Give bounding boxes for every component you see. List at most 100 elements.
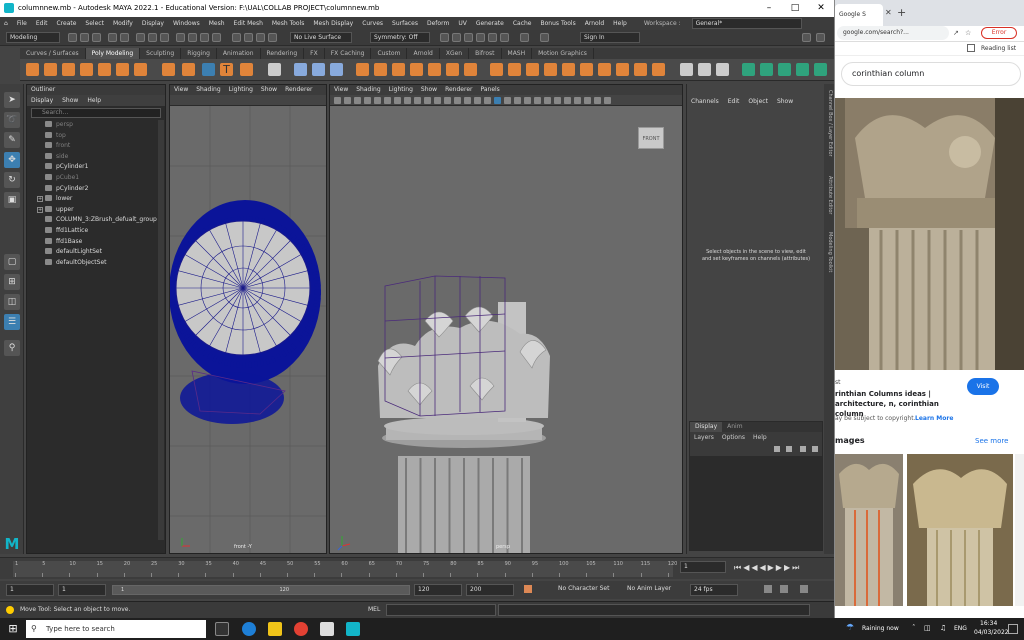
shelf-tab-fx[interactable]: FX bbox=[304, 48, 325, 59]
snap-grid-icon[interactable] bbox=[232, 33, 241, 42]
menu-generate[interactable]: Generate bbox=[476, 20, 504, 27]
poly-sphere-icon[interactable] bbox=[26, 63, 39, 76]
text-tool-icon[interactable]: T bbox=[220, 63, 233, 76]
front-menu-renderer[interactable]: Renderer bbox=[285, 85, 312, 95]
poly-torus-icon[interactable] bbox=[98, 63, 111, 76]
quad-draw-icon[interactable] bbox=[544, 63, 557, 76]
layer-tab-anim[interactable]: Anim bbox=[722, 422, 747, 432]
duplicate-face-icon[interactable] bbox=[652, 63, 665, 76]
outliner-item[interactable]: ffd1Lattice bbox=[45, 226, 88, 236]
outliner-menu-show[interactable]: Show bbox=[62, 95, 78, 106]
mel-input[interactable] bbox=[386, 604, 496, 616]
menu-arnold[interactable]: Arnold bbox=[585, 20, 604, 27]
viewport-tool-icon[interactable] bbox=[374, 97, 381, 104]
outliner-item[interactable]: pCube1 bbox=[45, 173, 79, 183]
offset-edge-loop-icon[interactable] bbox=[580, 63, 593, 76]
workspace-select[interactable]: General* bbox=[691, 18, 802, 29]
outliner-item[interactable]: COLUMN_3:ZBrush_defualt_group bbox=[45, 215, 157, 225]
outliner-search-input[interactable]: Search... bbox=[31, 108, 161, 118]
uv-layout-icon[interactable] bbox=[760, 63, 773, 76]
channels-menu[interactable]: Channels bbox=[691, 98, 719, 105]
wedge-icon[interactable] bbox=[616, 63, 629, 76]
menu-help[interactable]: Help bbox=[613, 20, 627, 27]
select-hierarchy-icon[interactable] bbox=[136, 33, 145, 42]
task-view-icon[interactable] bbox=[215, 622, 229, 636]
move-down-layer-icon[interactable] bbox=[812, 446, 818, 452]
shelf-tab-rigging[interactable]: Rigging bbox=[181, 48, 217, 59]
uv-texel-icon[interactable] bbox=[814, 63, 827, 76]
live-surface-select[interactable]: No Live Surface bbox=[290, 32, 352, 43]
loop-icon[interactable] bbox=[764, 585, 772, 593]
outliner-item[interactable]: + upper bbox=[37, 205, 74, 215]
uv-cut-icon[interactable] bbox=[778, 63, 791, 76]
lasso-tool-icon[interactable]: ➰ bbox=[4, 112, 20, 128]
insert-edge-loop-icon[interactable] bbox=[562, 63, 575, 76]
shelf-tab-animation[interactable]: Animation bbox=[217, 48, 261, 59]
outliner-item[interactable]: + lower bbox=[37, 194, 72, 204]
menu-edit-mesh[interactable]: Edit Mesh bbox=[234, 20, 263, 27]
select-tool-icon[interactable]: ➤ bbox=[4, 92, 20, 108]
anim-prefs-icon[interactable] bbox=[800, 585, 808, 593]
toggle-panel-icon[interactable] bbox=[802, 33, 811, 42]
viewport-tool-icon[interactable] bbox=[564, 97, 571, 104]
extrude-icon[interactable] bbox=[392, 63, 405, 76]
layer-tab-display[interactable]: Display bbox=[690, 422, 723, 432]
visit-button[interactable]: Visit bbox=[967, 378, 999, 395]
outliner-item[interactable]: defaultLightSet bbox=[45, 247, 102, 257]
url-field[interactable]: google.com/search?... bbox=[837, 26, 949, 40]
close-button[interactable]: ✕ bbox=[808, 0, 834, 17]
viewport-tool-icon[interactable] bbox=[574, 97, 581, 104]
viewport-tool-icon[interactable] bbox=[534, 97, 541, 104]
outliner-item[interactable]: top bbox=[45, 131, 66, 141]
shelf-tab-sculpting[interactable]: Sculpting bbox=[140, 48, 182, 59]
channel-object-menu[interactable]: Object bbox=[748, 98, 768, 105]
tab-close-icon[interactable]: ✕ bbox=[885, 8, 892, 17]
poly-cylinder-icon[interactable] bbox=[62, 63, 75, 76]
platonic-solid-icon[interactable] bbox=[162, 63, 175, 76]
four-view-layout-icon[interactable]: ⊞ bbox=[4, 274, 20, 290]
select-component-icon[interactable] bbox=[160, 33, 169, 42]
learn-more-link[interactable]: Learn More bbox=[915, 415, 953, 422]
menu-file[interactable]: File bbox=[17, 20, 27, 27]
poly-cone-icon[interactable] bbox=[80, 63, 93, 76]
uv-sew-icon[interactable] bbox=[796, 63, 809, 76]
weather-text[interactable]: Raining now bbox=[862, 625, 899, 632]
shelf-tab-bifrost[interactable]: Bifrost bbox=[469, 48, 502, 59]
uv-editor-icon[interactable] bbox=[680, 63, 693, 76]
viewport-tool-icon[interactable] bbox=[594, 97, 601, 104]
outliner-item[interactable]: ffd1Base bbox=[45, 237, 82, 247]
multi-cut-icon[interactable] bbox=[490, 63, 503, 76]
network-icon[interactable]: ◫ bbox=[924, 624, 931, 632]
perspective-viewport[interactable]: View Shading Lighting Show Renderer Pane… bbox=[329, 84, 683, 554]
viewport-tool-icon[interactable] bbox=[404, 97, 411, 104]
outliner-item[interactable]: persp bbox=[45, 120, 73, 130]
viewport-tool-icon[interactable] bbox=[474, 97, 481, 104]
shelf-tab-arnold[interactable]: Arnold bbox=[407, 48, 440, 59]
persp-menu-renderer[interactable]: Renderer bbox=[445, 85, 472, 95]
shelf-tab-fx-caching[interactable]: FX Caching bbox=[325, 48, 372, 59]
poly-disc-icon[interactable] bbox=[134, 63, 147, 76]
menu-modify[interactable]: Modify bbox=[113, 20, 133, 27]
outliner-menu-display[interactable]: Display bbox=[31, 95, 53, 106]
outliner-menu-help[interactable]: Help bbox=[87, 95, 101, 106]
persp-menu-show[interactable]: Show bbox=[421, 85, 437, 95]
menu-deform[interactable]: Deform bbox=[427, 20, 449, 27]
viewport-tool-icon[interactable] bbox=[364, 97, 371, 104]
clock-date[interactable]: 04/03/2022 bbox=[974, 629, 1009, 636]
redo-icon[interactable] bbox=[120, 33, 129, 42]
undo-icon[interactable] bbox=[108, 33, 117, 42]
viewport-tool-icon[interactable] bbox=[394, 97, 401, 104]
fill-hole-icon[interactable] bbox=[446, 63, 459, 76]
shelf-tab-mash[interactable]: MASH bbox=[502, 48, 533, 59]
persp-menu-panels[interactable]: Panels bbox=[480, 85, 499, 95]
viewport-tool-icon[interactable] bbox=[494, 97, 501, 104]
file-explorer-icon[interactable] bbox=[268, 622, 282, 636]
reading-list-icon[interactable] bbox=[967, 44, 975, 52]
sign-in-button[interactable]: Sign In bbox=[580, 32, 640, 43]
outliner-item[interactable]: pCylinder2 bbox=[45, 184, 88, 194]
menu-mesh-display[interactable]: Mesh Display bbox=[313, 20, 353, 27]
viewport-tool-icon[interactable] bbox=[464, 97, 471, 104]
persp-menu-view[interactable]: View bbox=[334, 85, 348, 95]
mask-face-icon[interactable] bbox=[212, 33, 221, 42]
viewport-tool-icon[interactable] bbox=[584, 97, 591, 104]
